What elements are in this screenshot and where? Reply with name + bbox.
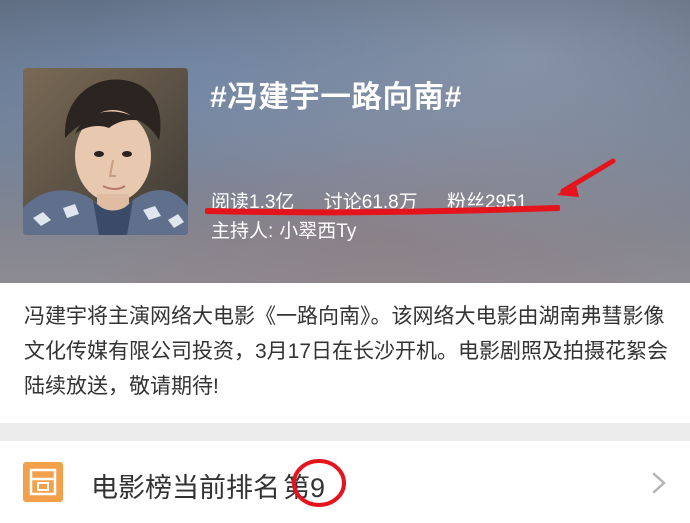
red-underline-annotation (205, 205, 560, 216)
topic-title: #冯建宇一路向南# (210, 81, 463, 114)
movie-icon (23, 462, 63, 502)
red-arrow-annotation (557, 158, 616, 197)
topic-description-panel: 冯建宇将主演网络大电影《一路向南》。该网络大电影由湖南弗彗影像文化传媒有限公司投… (0, 283, 690, 423)
ranking-title: 电影榜当前排名 (91, 473, 280, 503)
red-circle-annotation (292, 459, 346, 507)
host-label: 主持人: (211, 221, 274, 242)
chevron-right-icon[interactable] (650, 471, 668, 495)
topic-avatar[interactable] (23, 68, 188, 235)
movie-ranking-row[interactable]: 电影榜当前排名 第9 (0, 441, 690, 523)
person-photo-icon (23, 68, 188, 235)
topic-header: #冯建宇一路向南# 阅读1.3亿 讨论61.8万 粉丝2951 主持人: 小翠西T… (0, 0, 690, 283)
topic-host: 主持人: 小翠西Ty (211, 216, 356, 243)
topic-description: 冯建宇将主演网络大电影《一路向南》。该网络大电影由湖南弗彗影像文化传媒有限公司投… (24, 305, 669, 398)
host-name[interactable]: 小翠西Ty (279, 221, 356, 242)
